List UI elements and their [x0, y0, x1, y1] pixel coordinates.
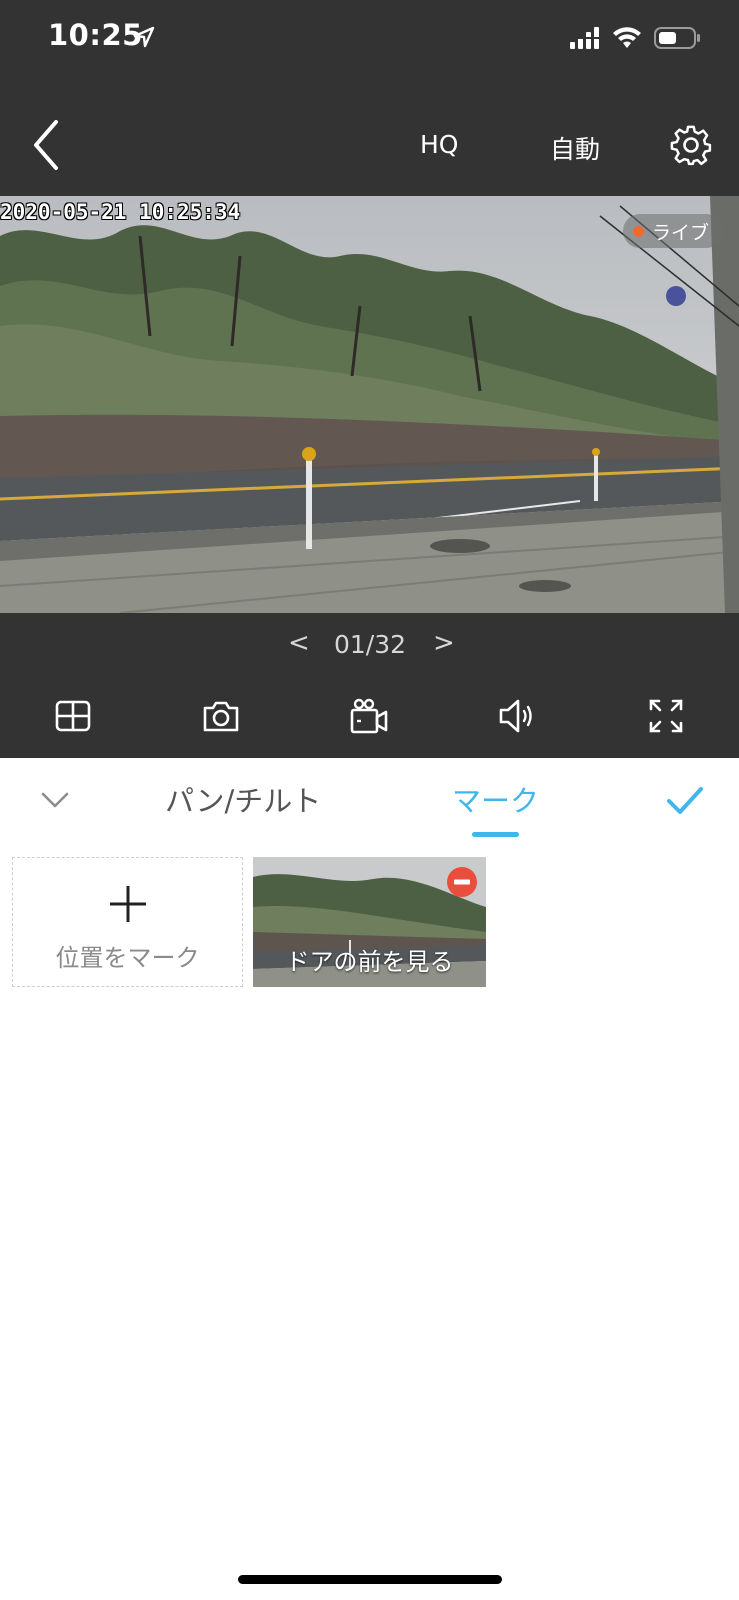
live-dot-icon — [633, 225, 644, 237]
fullscreen-icon[interactable] — [646, 696, 686, 736]
cellular-signal-icon — [570, 27, 600, 49]
plus-icon — [110, 886, 146, 922]
mark-title: ドアの前を見る — [285, 948, 454, 976]
tab-mark[interactable]: マーク — [452, 778, 539, 820]
camera-icon[interactable] — [201, 696, 241, 736]
tab-pan-tilt[interactable]: パン/チルト — [165, 778, 321, 820]
video-timestamp: 2020-05-21 10:25:34 — [0, 200, 241, 224]
add-mark-label: 位置をマーク — [55, 944, 200, 972]
position-mark-card[interactable]: ドアの前を見る — [253, 857, 486, 987]
settings-gear-icon[interactable] — [670, 124, 712, 166]
add-position-mark-button[interactable]: 位置をマーク — [12, 857, 243, 987]
collapse-chevron-down-icon[interactable] — [40, 786, 70, 814]
wifi-icon — [613, 27, 641, 48]
back-icon[interactable] — [28, 118, 68, 172]
next-camera-button[interactable]: > — [433, 628, 455, 662]
battery-icon — [654, 27, 700, 49]
live-label: ライブ — [652, 221, 710, 244]
camera-page-indicator: 01/32 — [334, 630, 407, 659]
home-indicator — [238, 1575, 502, 1584]
delete-mark-icon[interactable] — [447, 867, 477, 897]
speaker-icon[interactable] — [497, 696, 537, 736]
grid-layout-icon[interactable] — [53, 696, 93, 736]
confirm-check-icon[interactable] — [666, 784, 704, 818]
live-badge: ライブ — [623, 214, 724, 248]
auto-mode-button[interactable]: 自動 — [550, 130, 600, 166]
live-video-feed[interactable]: 2020-05-21 10:25:34 ライブ — [0, 196, 739, 613]
previous-camera-button[interactable]: < — [288, 628, 310, 662]
active-tab-indicator — [472, 832, 519, 837]
status-time: 10:25 — [48, 18, 143, 52]
quality-toggle-button[interactable]: HQ — [420, 130, 458, 159]
location-arrow-icon — [133, 26, 155, 48]
video-record-icon[interactable] — [349, 696, 389, 736]
camera-image — [0, 196, 739, 613]
